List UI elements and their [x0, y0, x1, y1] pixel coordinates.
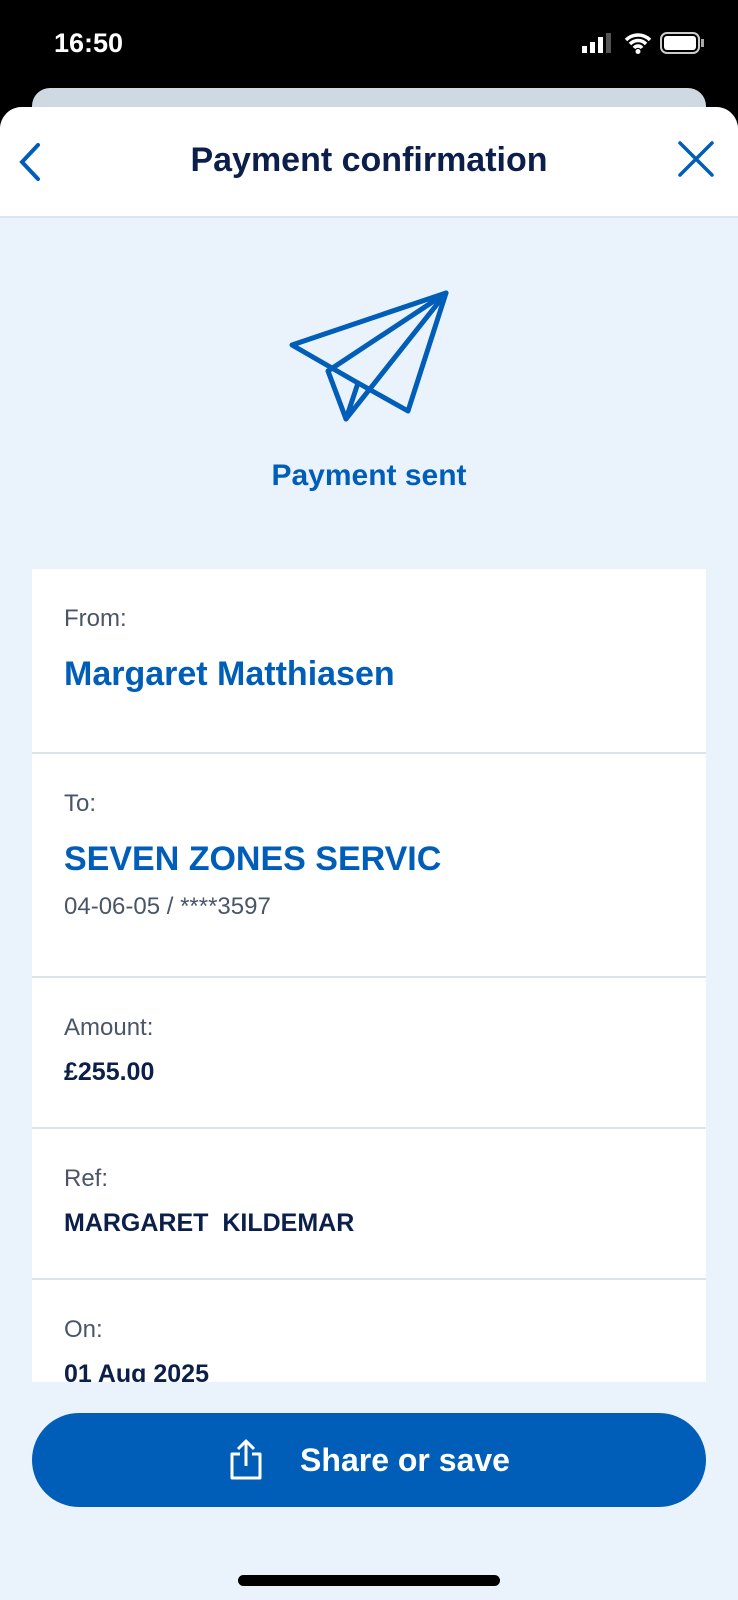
- ref-label: Ref:: [64, 1165, 109, 1192]
- from-row: From: Margaret Matthiasen: [32, 569, 706, 754]
- share-or-save-button[interactable]: Share or save: [32, 1413, 706, 1507]
- battery-icon: [660, 32, 704, 54]
- to-row: To: SEVEN ZONES SERVIC 04-06-05 / ****35…: [32, 754, 706, 978]
- to-account: 04-06-05 / ****3597: [64, 893, 271, 920]
- amount-value: £255.00: [64, 1058, 155, 1086]
- home-indicator[interactable]: [238, 1575, 500, 1586]
- close-icon[interactable]: [678, 141, 714, 177]
- payment-details-card: From: Margaret Matthiasen To: SEVEN ZONE…: [32, 569, 706, 1382]
- paper-plane-icon: [289, 290, 449, 422]
- ref-row: Ref: MARGARET KILDEMAR: [32, 1129, 706, 1280]
- amount-row: Amount: £255.00: [32, 978, 706, 1129]
- to-name: SEVEN ZONES SERVIC: [64, 840, 442, 878]
- share-icon: [230, 1439, 262, 1480]
- wifi-icon: [624, 33, 652, 54]
- to-label: To:: [64, 790, 97, 817]
- date-row: On: 01 Aug 2025: [32, 1280, 706, 1382]
- page-title: Payment confirmation: [190, 141, 548, 179]
- payment-status: Payment sent: [271, 459, 467, 492]
- status-bar: 16:50: [0, 0, 738, 90]
- date-label: On:: [64, 1316, 103, 1343]
- status-time: 16:50: [54, 28, 124, 58]
- ref-value: MARGARET KILDEMAR: [64, 1209, 355, 1237]
- from-label: From:: [64, 605, 127, 632]
- from-name: Margaret Matthiasen: [64, 655, 395, 693]
- date-value: 01 Aug 2025: [64, 1360, 209, 1382]
- signal-icon: [582, 33, 611, 53]
- header: Payment confirmation: [0, 107, 738, 218]
- share-label: Share or save: [300, 1441, 510, 1478]
- payment-confirmation-sheet: Payment confirmation Payment sent From: …: [0, 107, 738, 1600]
- amount-label: Amount:: [64, 1014, 154, 1041]
